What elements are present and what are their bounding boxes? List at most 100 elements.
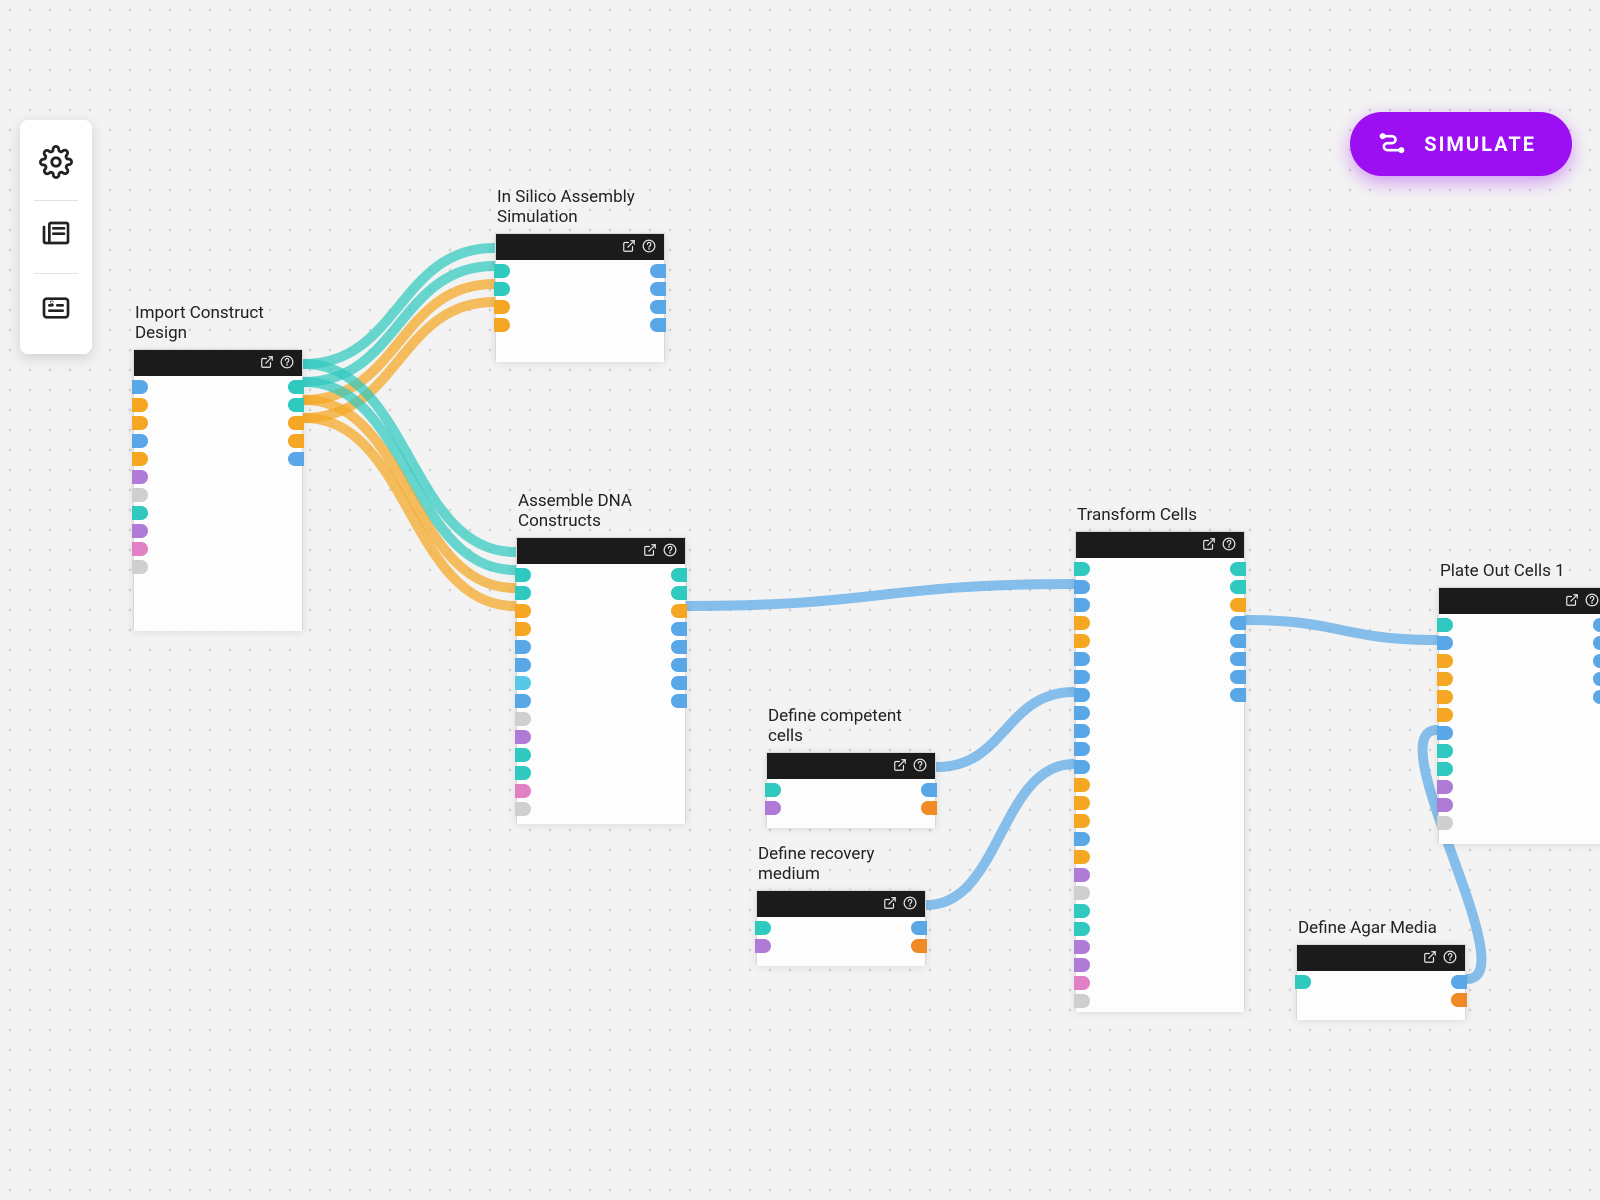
input-port[interactable] bbox=[132, 470, 148, 484]
input-port[interactable] bbox=[1074, 706, 1090, 720]
input-port[interactable] bbox=[515, 640, 531, 654]
input-port[interactable] bbox=[494, 264, 510, 278]
input-port[interactable] bbox=[1437, 636, 1453, 650]
open-external-icon[interactable] bbox=[883, 895, 897, 914]
output-port[interactable] bbox=[650, 282, 666, 296]
input-port[interactable] bbox=[1074, 922, 1090, 936]
output-port[interactable] bbox=[288, 434, 304, 448]
open-external-icon[interactable] bbox=[893, 757, 907, 776]
input-port[interactable] bbox=[132, 380, 148, 394]
input-port[interactable] bbox=[1074, 976, 1090, 990]
open-external-icon[interactable] bbox=[1202, 536, 1216, 555]
input-port[interactable] bbox=[1074, 778, 1090, 792]
input-port[interactable] bbox=[1074, 670, 1090, 684]
input-port[interactable] bbox=[132, 524, 148, 538]
input-port[interactable] bbox=[1437, 654, 1453, 668]
input-port[interactable] bbox=[1437, 780, 1453, 794]
output-port[interactable] bbox=[288, 380, 304, 394]
output-port[interactable] bbox=[1593, 618, 1600, 632]
input-port[interactable] bbox=[1074, 832, 1090, 846]
input-port[interactable] bbox=[1074, 760, 1090, 774]
node-card[interactable] bbox=[495, 233, 665, 361]
input-port[interactable] bbox=[515, 730, 531, 744]
open-external-icon[interactable] bbox=[643, 542, 657, 561]
node-card[interactable] bbox=[1438, 587, 1600, 843]
input-port[interactable] bbox=[132, 452, 148, 466]
output-port[interactable] bbox=[671, 604, 687, 618]
node-card[interactable] bbox=[516, 537, 686, 823]
output-port[interactable] bbox=[1593, 654, 1600, 668]
input-port[interactable] bbox=[515, 658, 531, 672]
help-icon[interactable] bbox=[1222, 536, 1236, 555]
output-port[interactable] bbox=[671, 658, 687, 672]
simulate-button[interactable]: SIMULATE bbox=[1350, 112, 1572, 176]
node-card[interactable] bbox=[133, 349, 303, 630]
output-port[interactable] bbox=[650, 300, 666, 314]
input-port[interactable] bbox=[1074, 580, 1090, 594]
node-agar[interactable]: Define Agar Media bbox=[1296, 918, 1466, 1019]
output-port[interactable] bbox=[1230, 670, 1246, 684]
output-port[interactable] bbox=[1230, 634, 1246, 648]
toolbar-settings-button[interactable] bbox=[20, 128, 92, 200]
input-port[interactable] bbox=[132, 542, 148, 556]
input-port[interactable] bbox=[132, 416, 148, 430]
open-external-icon[interactable] bbox=[1565, 592, 1579, 611]
input-port[interactable] bbox=[515, 586, 531, 600]
input-port[interactable] bbox=[1074, 886, 1090, 900]
input-port[interactable] bbox=[515, 766, 531, 780]
input-port[interactable] bbox=[1437, 816, 1453, 830]
input-port[interactable] bbox=[1074, 904, 1090, 918]
output-port[interactable] bbox=[671, 694, 687, 708]
output-port[interactable] bbox=[288, 398, 304, 412]
output-port[interactable] bbox=[671, 586, 687, 600]
node-insilico[interactable]: In Silico Assembly Simulation bbox=[495, 187, 665, 361]
input-port[interactable] bbox=[1074, 562, 1090, 576]
input-port[interactable] bbox=[515, 784, 531, 798]
input-port[interactable] bbox=[1437, 726, 1453, 740]
output-port[interactable] bbox=[921, 783, 937, 797]
node-recovery[interactable]: Define recovery medium bbox=[756, 844, 926, 965]
toolbar-card-button[interactable]: S bbox=[20, 274, 92, 346]
output-port[interactable] bbox=[1230, 652, 1246, 666]
node-assemble[interactable]: Assemble DNA Constructs bbox=[516, 491, 686, 823]
input-port[interactable] bbox=[515, 712, 531, 726]
help-icon[interactable] bbox=[1585, 592, 1599, 611]
input-port[interactable] bbox=[1074, 742, 1090, 756]
open-external-icon[interactable] bbox=[260, 354, 274, 373]
input-port[interactable] bbox=[494, 300, 510, 314]
output-port[interactable] bbox=[650, 264, 666, 278]
output-port[interactable] bbox=[288, 416, 304, 430]
input-port[interactable] bbox=[515, 748, 531, 762]
input-port[interactable] bbox=[1074, 634, 1090, 648]
input-port[interactable] bbox=[494, 318, 510, 332]
output-port[interactable] bbox=[1230, 688, 1246, 702]
input-port[interactable] bbox=[1437, 744, 1453, 758]
node-card[interactable] bbox=[1296, 944, 1466, 1019]
input-port[interactable] bbox=[1074, 814, 1090, 828]
input-port[interactable] bbox=[132, 488, 148, 502]
input-port[interactable] bbox=[1437, 762, 1453, 776]
input-port[interactable] bbox=[494, 282, 510, 296]
input-port[interactable] bbox=[1074, 958, 1090, 972]
input-port[interactable] bbox=[132, 398, 148, 412]
help-icon[interactable] bbox=[280, 354, 294, 373]
input-port[interactable] bbox=[515, 568, 531, 582]
open-external-icon[interactable] bbox=[622, 238, 636, 257]
output-port[interactable] bbox=[671, 676, 687, 690]
input-port[interactable] bbox=[1074, 850, 1090, 864]
input-port[interactable] bbox=[1074, 688, 1090, 702]
node-card[interactable] bbox=[756, 890, 926, 965]
output-port[interactable] bbox=[1593, 690, 1600, 704]
input-port[interactable] bbox=[765, 801, 781, 815]
node-card[interactable] bbox=[766, 752, 936, 827]
node-card[interactable] bbox=[1075, 531, 1245, 1011]
help-icon[interactable] bbox=[913, 757, 927, 776]
input-port[interactable] bbox=[1074, 796, 1090, 810]
open-external-icon[interactable] bbox=[1423, 949, 1437, 968]
output-port[interactable] bbox=[1593, 636, 1600, 650]
node-transform[interactable]: Transform Cells bbox=[1075, 505, 1245, 1011]
output-port[interactable] bbox=[1230, 598, 1246, 612]
input-port[interactable] bbox=[1074, 598, 1090, 612]
output-port[interactable] bbox=[671, 622, 687, 636]
input-port[interactable] bbox=[132, 506, 148, 520]
